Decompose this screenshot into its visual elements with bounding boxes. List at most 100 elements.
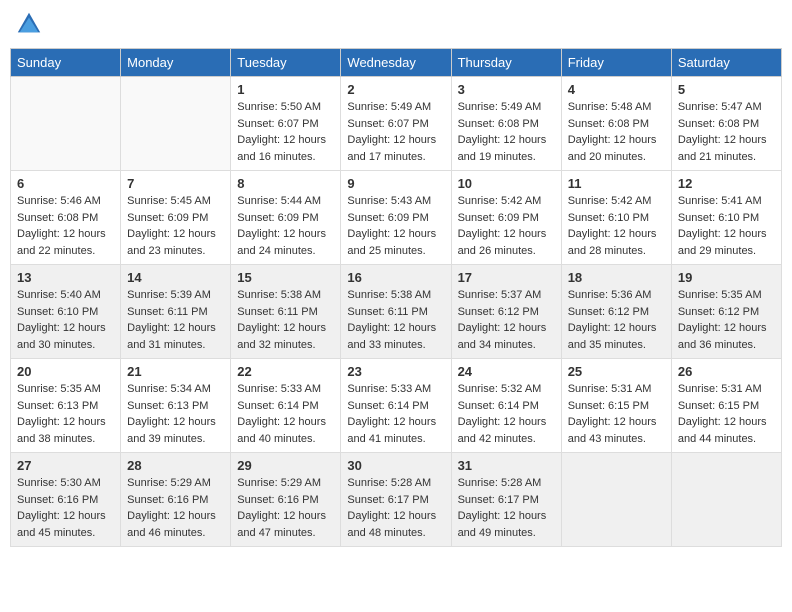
sunset-label: Sunset: 6:11 PM <box>347 306 428 318</box>
calendar-cell: 12 Sunrise: 5:41 AM Sunset: 6:10 PM Dayl… <box>671 171 781 265</box>
daylight-label: Daylight: 12 hours and 48 minutes. <box>347 510 436 539</box>
sunrise-label: Sunrise: 5:28 AM <box>458 477 542 489</box>
calendar-cell: 6 Sunrise: 5:46 AM Sunset: 6:08 PM Dayli… <box>11 171 121 265</box>
sunrise-label: Sunrise: 5:32 AM <box>458 383 542 395</box>
daylight-label: Daylight: 12 hours and 25 minutes. <box>347 228 436 257</box>
calendar-cell: 8 Sunrise: 5:44 AM Sunset: 6:09 PM Dayli… <box>231 171 341 265</box>
daylight-label: Daylight: 12 hours and 16 minutes. <box>237 134 326 163</box>
daylight-label: Daylight: 12 hours and 47 minutes. <box>237 510 326 539</box>
logo-icon <box>15 10 43 38</box>
day-info: Sunrise: 5:47 AM Sunset: 6:08 PM Dayligh… <box>678 99 775 165</box>
day-info: Sunrise: 5:38 AM Sunset: 6:11 PM Dayligh… <box>347 287 444 353</box>
calendar-cell: 14 Sunrise: 5:39 AM Sunset: 6:11 PM Dayl… <box>121 265 231 359</box>
day-info: Sunrise: 5:39 AM Sunset: 6:11 PM Dayligh… <box>127 287 224 353</box>
day-info: Sunrise: 5:44 AM Sunset: 6:09 PM Dayligh… <box>237 193 334 259</box>
day-number: 18 <box>568 270 665 285</box>
sunset-label: Sunset: 6:11 PM <box>237 306 318 318</box>
daylight-label: Daylight: 12 hours and 45 minutes. <box>17 510 106 539</box>
day-info: Sunrise: 5:28 AM Sunset: 6:17 PM Dayligh… <box>458 475 555 541</box>
day-info: Sunrise: 5:30 AM Sunset: 6:16 PM Dayligh… <box>17 475 114 541</box>
calendar-week-row: 1 Sunrise: 5:50 AM Sunset: 6:07 PM Dayli… <box>11 77 782 171</box>
day-number: 22 <box>237 364 334 379</box>
day-info: Sunrise: 5:35 AM Sunset: 6:12 PM Dayligh… <box>678 287 775 353</box>
sunset-label: Sunset: 6:10 PM <box>678 212 759 224</box>
calendar-cell: 2 Sunrise: 5:49 AM Sunset: 6:07 PM Dayli… <box>341 77 451 171</box>
daylight-label: Daylight: 12 hours and 46 minutes. <box>127 510 216 539</box>
sunset-label: Sunset: 6:16 PM <box>127 494 208 506</box>
sunrise-label: Sunrise: 5:37 AM <box>458 289 542 301</box>
day-info: Sunrise: 5:33 AM Sunset: 6:14 PM Dayligh… <box>237 381 334 447</box>
daylight-label: Daylight: 12 hours and 38 minutes. <box>17 416 106 445</box>
daylight-label: Daylight: 12 hours and 19 minutes. <box>458 134 547 163</box>
calendar-cell: 27 Sunrise: 5:30 AM Sunset: 6:16 PM Dayl… <box>11 453 121 547</box>
page-header <box>10 10 782 38</box>
sunset-label: Sunset: 6:09 PM <box>127 212 208 224</box>
calendar-week-row: 13 Sunrise: 5:40 AM Sunset: 6:10 PM Dayl… <box>11 265 782 359</box>
sunset-label: Sunset: 6:13 PM <box>17 400 98 412</box>
day-number: 8 <box>237 176 334 191</box>
day-number: 27 <box>17 458 114 473</box>
sunset-label: Sunset: 6:15 PM <box>678 400 759 412</box>
sunrise-label: Sunrise: 5:43 AM <box>347 195 431 207</box>
daylight-label: Daylight: 12 hours and 31 minutes. <box>127 322 216 351</box>
sunset-label: Sunset: 6:16 PM <box>237 494 318 506</box>
daylight-label: Daylight: 12 hours and 34 minutes. <box>458 322 547 351</box>
sunrise-label: Sunrise: 5:49 AM <box>347 101 431 113</box>
sunrise-label: Sunrise: 5:35 AM <box>678 289 762 301</box>
day-info: Sunrise: 5:29 AM Sunset: 6:16 PM Dayligh… <box>127 475 224 541</box>
day-number: 16 <box>347 270 444 285</box>
day-info: Sunrise: 5:32 AM Sunset: 6:14 PM Dayligh… <box>458 381 555 447</box>
day-info: Sunrise: 5:31 AM Sunset: 6:15 PM Dayligh… <box>678 381 775 447</box>
calendar-cell: 29 Sunrise: 5:29 AM Sunset: 6:16 PM Dayl… <box>231 453 341 547</box>
calendar-week-row: 27 Sunrise: 5:30 AM Sunset: 6:16 PM Dayl… <box>11 453 782 547</box>
day-number: 24 <box>458 364 555 379</box>
sunrise-label: Sunrise: 5:47 AM <box>678 101 762 113</box>
day-info: Sunrise: 5:34 AM Sunset: 6:13 PM Dayligh… <box>127 381 224 447</box>
day-number: 1 <box>237 82 334 97</box>
day-header-tuesday: Tuesday <box>231 49 341 77</box>
daylight-label: Daylight: 12 hours and 49 minutes. <box>458 510 547 539</box>
calendar-cell <box>671 453 781 547</box>
sunset-label: Sunset: 6:10 PM <box>17 306 98 318</box>
sunrise-label: Sunrise: 5:38 AM <box>237 289 321 301</box>
calendar-cell: 21 Sunrise: 5:34 AM Sunset: 6:13 PM Dayl… <box>121 359 231 453</box>
calendar-cell: 28 Sunrise: 5:29 AM Sunset: 6:16 PM Dayl… <box>121 453 231 547</box>
day-header-thursday: Thursday <box>451 49 561 77</box>
day-number: 14 <box>127 270 224 285</box>
day-number: 19 <box>678 270 775 285</box>
sunset-label: Sunset: 6:07 PM <box>237 118 318 130</box>
day-number: 7 <box>127 176 224 191</box>
sunset-label: Sunset: 6:10 PM <box>568 212 649 224</box>
day-number: 25 <box>568 364 665 379</box>
day-info: Sunrise: 5:42 AM Sunset: 6:09 PM Dayligh… <box>458 193 555 259</box>
calendar-cell: 23 Sunrise: 5:33 AM Sunset: 6:14 PM Dayl… <box>341 359 451 453</box>
day-info: Sunrise: 5:50 AM Sunset: 6:07 PM Dayligh… <box>237 99 334 165</box>
calendar-cell: 17 Sunrise: 5:37 AM Sunset: 6:12 PM Dayl… <box>451 265 561 359</box>
daylight-label: Daylight: 12 hours and 35 minutes. <box>568 322 657 351</box>
day-info: Sunrise: 5:33 AM Sunset: 6:14 PM Dayligh… <box>347 381 444 447</box>
calendar-cell: 9 Sunrise: 5:43 AM Sunset: 6:09 PM Dayli… <box>341 171 451 265</box>
sunrise-label: Sunrise: 5:48 AM <box>568 101 652 113</box>
sunrise-label: Sunrise: 5:45 AM <box>127 195 211 207</box>
sunset-label: Sunset: 6:14 PM <box>458 400 539 412</box>
daylight-label: Daylight: 12 hours and 17 minutes. <box>347 134 436 163</box>
logo <box>15 10 47 38</box>
sunrise-label: Sunrise: 5:40 AM <box>17 289 101 301</box>
calendar-week-row: 20 Sunrise: 5:35 AM Sunset: 6:13 PM Dayl… <box>11 359 782 453</box>
calendar-cell <box>561 453 671 547</box>
day-number: 20 <box>17 364 114 379</box>
daylight-label: Daylight: 12 hours and 28 minutes. <box>568 228 657 257</box>
day-number: 2 <box>347 82 444 97</box>
day-header-friday: Friday <box>561 49 671 77</box>
sunrise-label: Sunrise: 5:39 AM <box>127 289 211 301</box>
daylight-label: Daylight: 12 hours and 29 minutes. <box>678 228 767 257</box>
day-info: Sunrise: 5:28 AM Sunset: 6:17 PM Dayligh… <box>347 475 444 541</box>
day-info: Sunrise: 5:49 AM Sunset: 6:07 PM Dayligh… <box>347 99 444 165</box>
daylight-label: Daylight: 12 hours and 33 minutes. <box>347 322 436 351</box>
sunset-label: Sunset: 6:09 PM <box>237 212 318 224</box>
calendar-cell: 24 Sunrise: 5:32 AM Sunset: 6:14 PM Dayl… <box>451 359 561 453</box>
day-info: Sunrise: 5:48 AM Sunset: 6:08 PM Dayligh… <box>568 99 665 165</box>
sunset-label: Sunset: 6:08 PM <box>17 212 98 224</box>
sunset-label: Sunset: 6:07 PM <box>347 118 428 130</box>
sunrise-label: Sunrise: 5:35 AM <box>17 383 101 395</box>
